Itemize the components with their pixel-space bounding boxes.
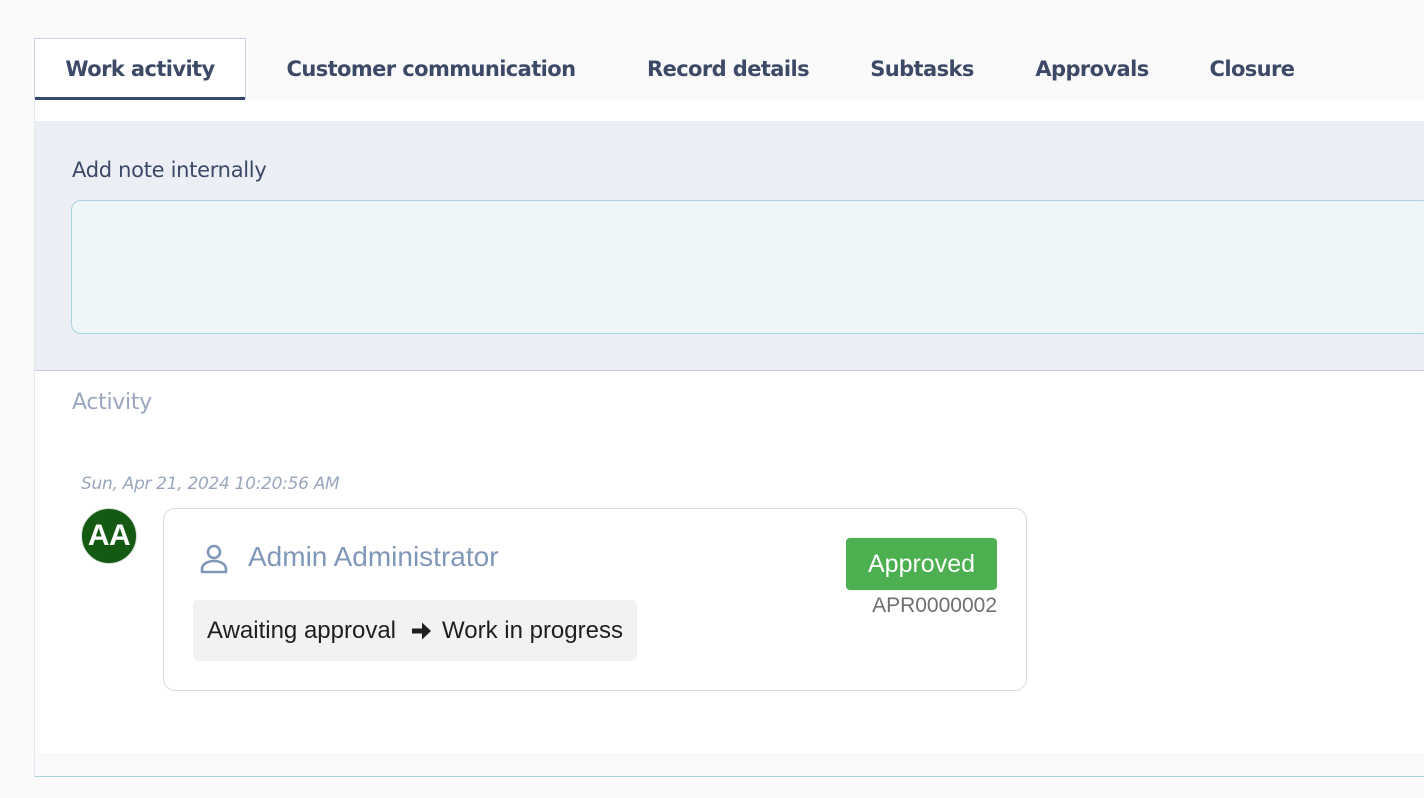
avatar: AA [81, 508, 137, 564]
tab-record-details[interactable]: Record details [616, 38, 840, 99]
status-change: Awaiting approval Work in progress [193, 600, 637, 661]
arrow-right-icon [410, 620, 432, 642]
status-from: Awaiting approval [207, 616, 397, 644]
activity-heading: Activity [72, 390, 152, 415]
internal-note-input[interactable] [71, 200, 1424, 334]
work-activity-panel: Add note internally Activity Sun, Apr 21… [34, 100, 1424, 777]
note-label: Add note internally [72, 158, 267, 182]
person-outline-icon [197, 541, 231, 575]
tab-approvals[interactable]: Approvals [1004, 38, 1180, 99]
approval-record-id[interactable]: APR0000002 [872, 594, 997, 618]
status-badge: Approved [846, 538, 997, 590]
activity-timestamp: Sun, Apr 21, 2024 10:20:56 AM [81, 474, 340, 494]
tab-subtasks[interactable]: Subtasks [840, 38, 1004, 99]
tab-closure[interactable]: Closure [1180, 38, 1324, 99]
activity-user-name[interactable]: Admin Administrator [248, 541, 499, 573]
panel-footer [35, 753, 1424, 776]
internal-note-section: Add note internally [35, 121, 1424, 371]
activity-card: Admin Administrator Awaiting approval Wo… [163, 508, 1027, 691]
tab-customer-communication[interactable]: Customer communication [246, 38, 616, 99]
status-to: Work in progress [442, 616, 623, 644]
tab-work-activity[interactable]: Work activity [34, 38, 246, 100]
tab-bar: Work activity Customer communication Rec… [34, 38, 1424, 101]
